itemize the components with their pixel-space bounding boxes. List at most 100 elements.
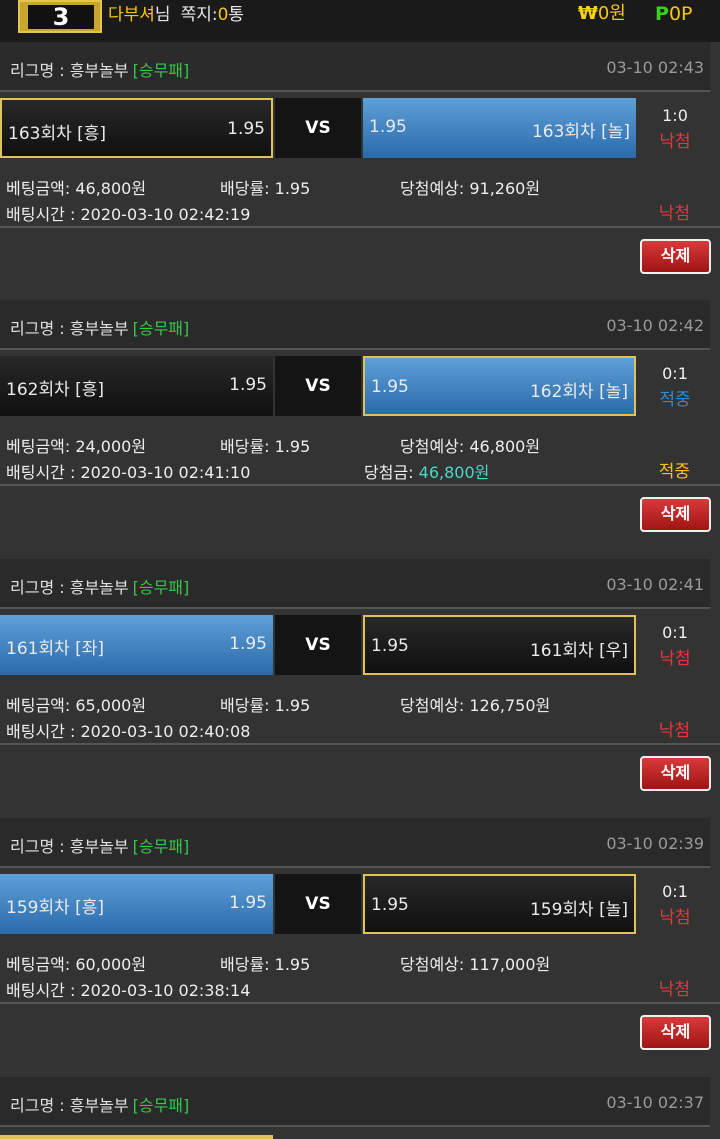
home-team-button[interactable]: 163회차 [흥] 1.95 [0, 98, 273, 158]
score-box: 0:1 낙첨 [640, 879, 710, 931]
score: 1:0 [662, 106, 688, 125]
bet-amount: 베팅금액: 24,000원 [6, 437, 147, 456]
delete-button[interactable]: 삭제 [640, 1015, 711, 1050]
league-label: 리그명 : 흥부놀부 [승무패] [10, 1096, 190, 1115]
away-odds: 1.95 [369, 117, 407, 137]
away-team-button[interactable]: 1.95 159회차 [놀] [363, 874, 636, 934]
match-row: 162회차 [흥] 1.95 VS 1.95 162회차 [놀] 0:1 적중 [0, 356, 720, 416]
away-odds: 1.95 [371, 895, 409, 915]
league-bar: 리그명 : 흥부놀부 [승무패] 03-10 02:42 [0, 300, 710, 350]
score-box: 1:0 낙첨 [640, 103, 710, 155]
expected-win: 당첨예상: 91,260원 [400, 179, 541, 198]
away-team-button[interactable]: 1.95 163회차 [놀] [363, 98, 636, 158]
delete-button[interactable]: 삭제 [640, 239, 711, 274]
game-result: 낙첨 [659, 908, 691, 928]
league-name: 흥부놀부 [69, 319, 129, 338]
score-box: 0:1 낙첨 [640, 620, 710, 672]
match-time: 03-10 02:39 [606, 834, 704, 853]
match-row: 161회차 [좌] 1.95 VS 1.95 161회차 [우] 0:1 낙첨 [0, 615, 720, 675]
divider [0, 226, 720, 228]
point-icon: P [655, 3, 669, 25]
home-team-button[interactable]: 162회차 [흥] 1.95 [0, 356, 273, 416]
score: 0:1 [662, 882, 688, 901]
away-team-button[interactable]: 1.95 162회차 [놀] [363, 356, 636, 416]
bet-time: 배팅시간 : 2020-03-10 02:40:08 [6, 722, 251, 741]
won-amount: 당첨금: 46,800원 [364, 463, 490, 482]
home-odds: 1.95 [227, 119, 265, 139]
home-team-button[interactable]: 161회차 [좌] 1.95 [0, 615, 273, 675]
away-team-name: 163회차 [놀] [531, 122, 630, 142]
away-team-name: 162회차 [놀] [529, 382, 628, 402]
league-bar: 리그명 : 흥부놀부 [승무패] 03-10 02:37 [0, 1077, 710, 1127]
message-unit: 통 [228, 5, 245, 25]
home-odds: 1.95 [229, 375, 267, 395]
bet-amount: 베팅금액: 46,800원 [6, 179, 147, 198]
score: 0:1 [662, 623, 688, 642]
divider [0, 1002, 720, 1004]
league-label: 리그명 : 흥부놀부 [승무패] [10, 578, 190, 597]
match-time: 03-10 02:43 [606, 58, 704, 77]
league-label: 리그명 : 흥부놀부 [승무패] [10, 319, 190, 338]
bet-odds: 배당률: 1.95 [220, 179, 311, 198]
league-name: 흥부놀부 [69, 61, 129, 80]
bet-result: 낙첨 [658, 204, 690, 224]
bet-type: [승무패] [132, 1096, 190, 1115]
match-row: 159회차 [흥] 1.95 VS 1.95 159회차 [놀] 0:1 낙첨 [0, 874, 720, 934]
expected-win: 당첨예상: 46,800원 [400, 437, 541, 456]
home-team-name: 163회차 [흥] [8, 124, 107, 144]
away-odds: 1.95 [371, 636, 409, 656]
vs-label: VS [275, 356, 361, 416]
league-label: 리그명 : 흥부놀부 [승무패] [10, 837, 190, 856]
game-result: 낙첨 [659, 132, 691, 152]
league-label: 리그명 : 흥부놀부 [승무패] [10, 61, 190, 80]
bet-odds: 배당률: 1.95 [220, 955, 311, 974]
delete-button[interactable]: 삭제 [640, 756, 711, 791]
vs-label: VS [275, 874, 361, 934]
bet-amount: 베팅금액: 65,000원 [6, 696, 147, 715]
bet-time: 배팅시간 : 2020-03-10 02:42:19 [6, 205, 251, 224]
match-time: 03-10 02:41 [606, 575, 704, 594]
league-name: 흥부놀부 [69, 1096, 129, 1115]
expected-win: 당첨예상: 117,000원 [400, 955, 551, 974]
expected-win: 당첨예상: 126,750원 [400, 696, 551, 715]
bet-result: 낙첨 [658, 980, 690, 1000]
away-odds: 1.95 [371, 377, 409, 397]
bet-odds: 배당률: 1.95 [220, 437, 311, 456]
vs-label: VS [275, 615, 361, 675]
away-team-button[interactable]: 1.95 161회차 [우] [363, 615, 636, 675]
bet-type: [승무패] [132, 319, 190, 338]
home-team-name: 159회차 [흥] [6, 898, 105, 918]
bet-type: [승무패] [132, 61, 190, 80]
league-bar: 리그명 : 흥부놀부 [승무패] 03-10 02:41 [0, 559, 710, 609]
bet-result: 낙첨 [658, 721, 690, 741]
won-icon: ₩ [578, 3, 598, 24]
message-count[interactable]: 0 [218, 5, 229, 25]
bet-amount: 베팅금액: 60,000원 [6, 955, 147, 974]
money-balance[interactable]: ₩0원 [578, 3, 626, 25]
divider [0, 743, 720, 745]
bet-card: 리그명 : 흥부놀부 [승무패] 03-10 02:42 162회차 [흥] 1.… [0, 300, 720, 558]
score: 0:1 [662, 364, 688, 383]
league-name: 흥부놀부 [69, 837, 129, 856]
nickname[interactable]: 다부셔 [108, 5, 155, 25]
money-value: 0원 [597, 3, 626, 24]
message-label[interactable]: 쪽지: [181, 5, 218, 25]
home-team-button[interactable]: 159회차 [흥] 1.95 [0, 874, 273, 934]
league-name: 흥부놀부 [69, 578, 129, 597]
home-team-button[interactable] [0, 1135, 273, 1139]
top-bar: 3 다부셔님 쪽지:0통 ₩0원 P0P [0, 0, 720, 42]
home-odds: 1.95 [229, 634, 267, 654]
point-value: 0P [668, 3, 693, 25]
match-row: 163회차 [흥] 1.95 VS 1.95 163회차 [놀] 1:0 낙첨 [0, 98, 720, 158]
point-balance[interactable]: P0P [655, 2, 692, 26]
bet-type: [승무패] [132, 578, 190, 597]
match-time: 03-10 02:37 [606, 1093, 704, 1112]
bet-card: 리그명 : 흥부놀부 [승무패] 03-10 02:43 163회차 [흥] 1.… [0, 42, 720, 300]
bet-time: 배팅시간 : 2020-03-10 02:38:14 [6, 981, 251, 1000]
level-badge-text: 3 [28, 5, 94, 29]
bet-card: 리그명 : 흥부놀부 [승무패] 03-10 02:39 159회차 [흥] 1.… [0, 818, 720, 1076]
bet-time: 배팅시간 : 2020-03-10 02:41:10 [6, 463, 251, 482]
home-team-name: 161회차 [좌] [6, 639, 105, 659]
game-result: 적중 [659, 390, 691, 410]
delete-button[interactable]: 삭제 [640, 497, 711, 532]
